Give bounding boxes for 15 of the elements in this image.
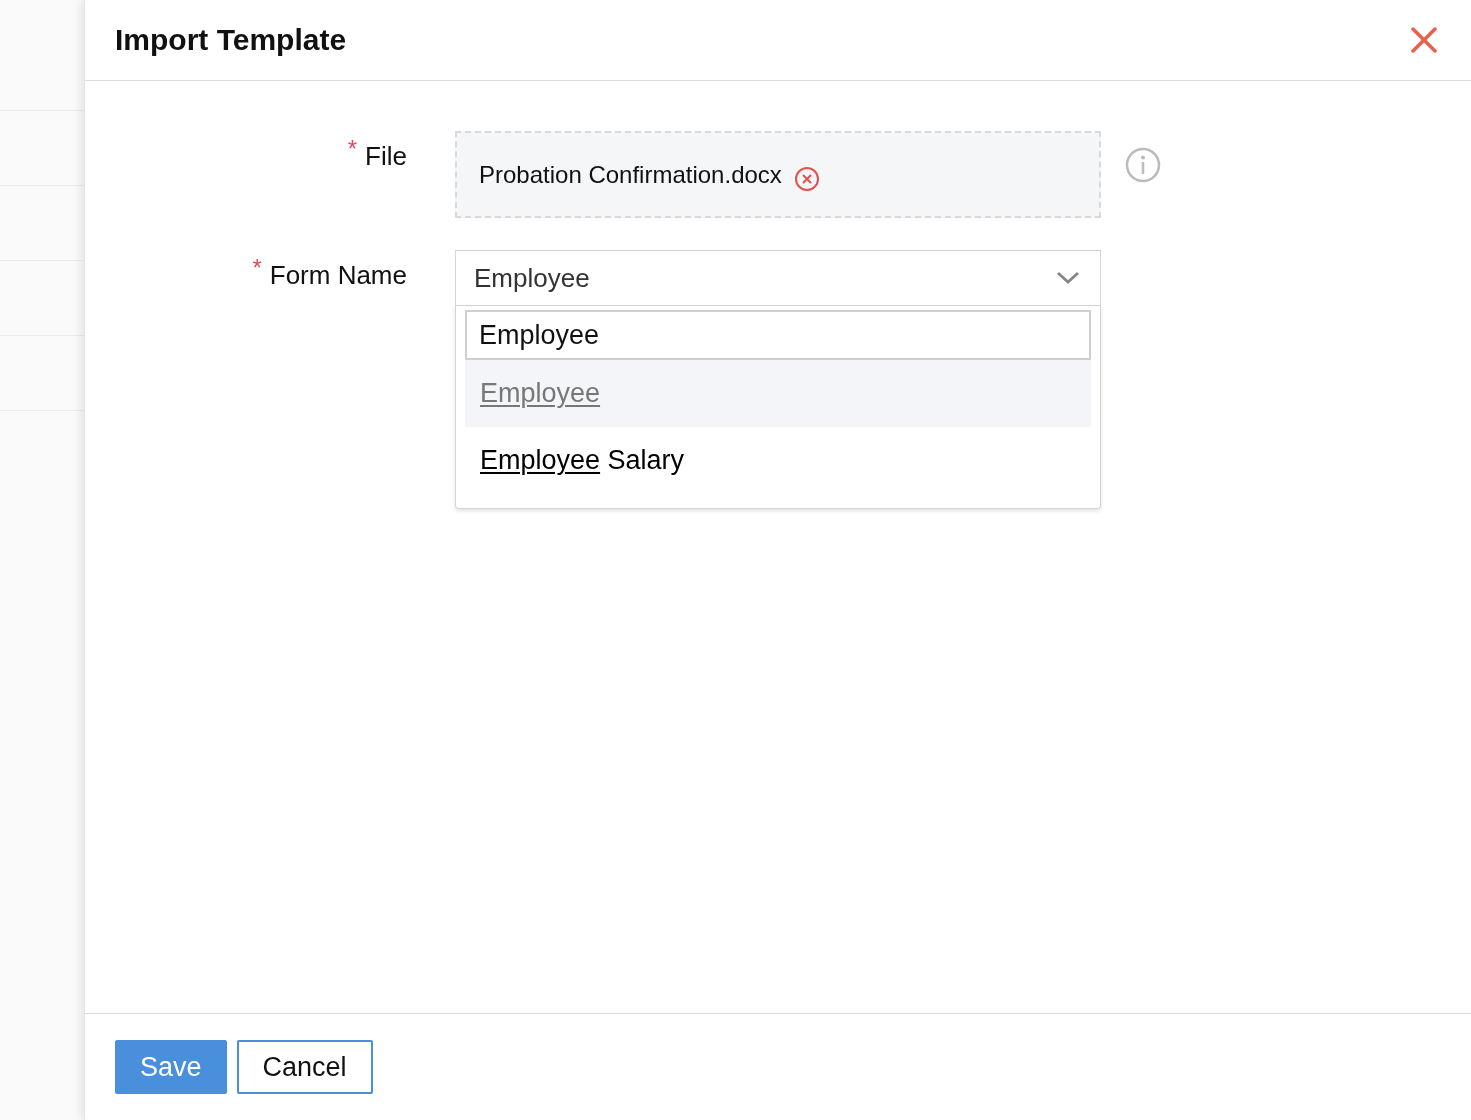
required-asterisk: * <box>252 256 262 280</box>
dropdown-option[interactable]: Employee <box>465 360 1091 427</box>
form-name-dropdown[interactable]: Employee <box>455 250 1101 306</box>
dropdown-search-field[interactable]: Employee <box>465 310 1091 360</box>
remove-icon <box>793 165 820 192</box>
close-icon <box>1411 27 1437 53</box>
field-label: File <box>365 140 407 173</box>
dialog-title: Import Template <box>115 22 347 58</box>
required-asterisk: * <box>347 137 358 161</box>
field-label: Form Name <box>269 259 407 292</box>
chevron-down-icon <box>1056 271 1080 285</box>
cancel-button[interactable]: Cancel <box>236 1040 373 1094</box>
info-icon[interactable] <box>1125 147 1161 183</box>
file-name: Probation Confirmation.docx <box>479 159 782 190</box>
remove-file-button[interactable] <box>793 165 820 192</box>
